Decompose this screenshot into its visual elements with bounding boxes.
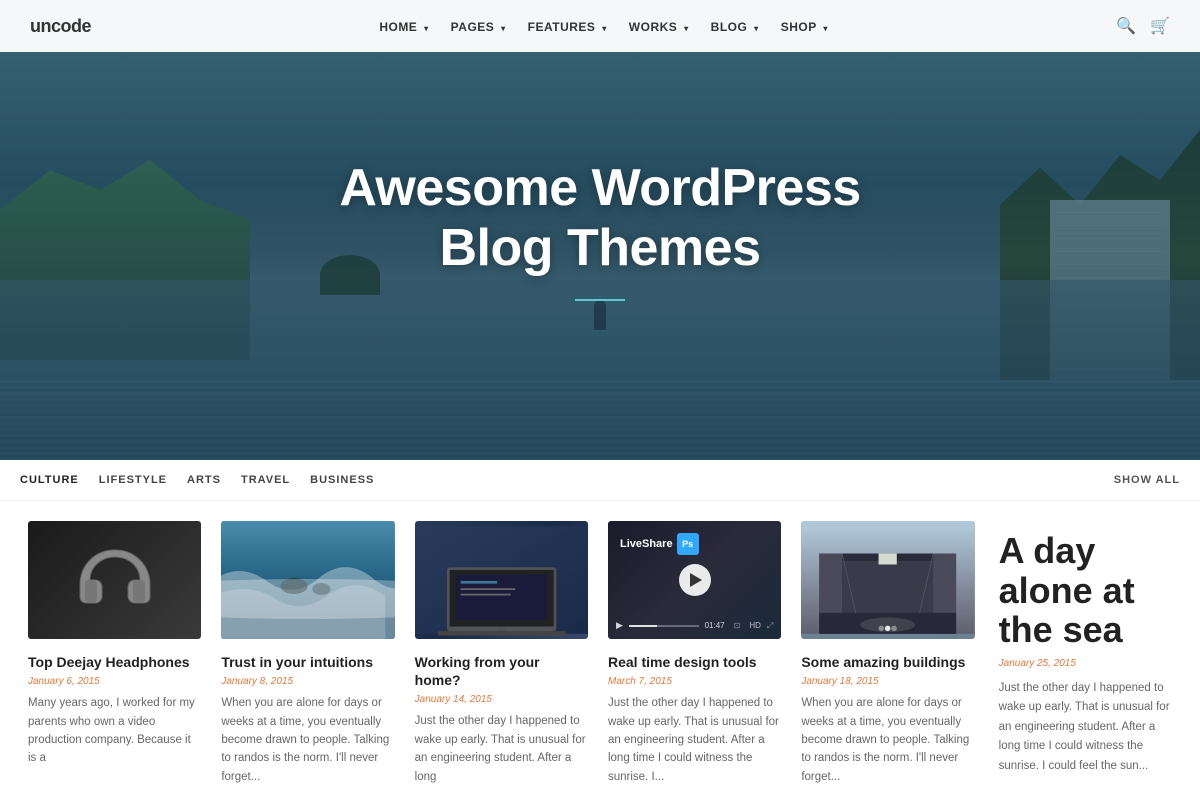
hero-background: Awesome WordPress Blog Themes xyxy=(0,0,1200,460)
play-button[interactable] xyxy=(679,564,711,596)
nav-item-home[interactable]: HOME ▾ xyxy=(379,18,428,34)
filter-culture[interactable]: CULTURE xyxy=(20,474,79,486)
ocean-svg xyxy=(221,521,394,639)
card-title-4[interactable]: Real time design tools xyxy=(608,653,781,671)
search-icon[interactable]: 🔍 xyxy=(1116,16,1136,36)
nav-item-works[interactable]: WORKS ▾ xyxy=(629,18,689,34)
ps-badge: Ps xyxy=(677,533,699,555)
blog-card-5: Some amazing buildings January 18, 2015 … xyxy=(791,521,984,786)
filter-business[interactable]: BUSINESS xyxy=(310,474,374,486)
buildings-svg xyxy=(801,521,974,639)
blog-card-3: Working from your home? January 14, 2015… xyxy=(405,521,598,786)
card-excerpt-4: Just the other day I happened to wake up… xyxy=(608,694,781,786)
site-logo[interactable]: uncode xyxy=(30,16,91,37)
video-label: LiveShare Ps xyxy=(620,533,699,555)
cart-icon[interactable]: 🛒 xyxy=(1150,16,1170,36)
card-thumb-ocean[interactable] xyxy=(221,521,394,639)
card-thumb-laptop[interactable] xyxy=(415,521,588,639)
card-date-2: January 8, 2015 xyxy=(221,676,394,687)
card-title-5[interactable]: Some amazing buildings xyxy=(801,653,974,671)
card-date-1: January 6, 2015 xyxy=(28,676,201,687)
hero-divider xyxy=(575,299,625,301)
nav-actions: 🔍 🛒 xyxy=(1116,16,1170,36)
nav-item-shop[interactable]: SHOP ▾ xyxy=(781,18,828,34)
card-thumb-video[interactable]: LiveShare Ps ▶ 01:47 ⊡ HD ⤢ xyxy=(608,521,781,639)
nav-item-blog[interactable]: BLOG ▾ xyxy=(711,18,759,34)
featured-excerpt: Just the other day I happened to wake up… xyxy=(999,679,1172,777)
card-date-5: January 18, 2015 xyxy=(801,676,974,687)
card-thumb-buildings[interactable] xyxy=(801,521,974,639)
headphones-svg xyxy=(75,545,155,615)
card-excerpt-2: When you are alone for days or weeks at … xyxy=(221,694,394,786)
hero-section: Awesome WordPress Blog Themes xyxy=(0,0,1200,460)
card-excerpt-5: When you are alone for days or weeks at … xyxy=(801,694,974,786)
video-progress-fill xyxy=(629,625,657,627)
blog-grid: Top Deejay Headphones January 6, 2015 Ma… xyxy=(0,501,1200,806)
video-controls: ▶ 01:47 ⊡ HD ⤢ xyxy=(616,620,773,631)
video-expand-icon[interactable]: ⊡ xyxy=(731,621,744,630)
show-all-button[interactable]: SHOW ALL xyxy=(1114,474,1180,486)
blog-card-2: Trust in your intuitions January 8, 2015… xyxy=(211,521,404,786)
card-title-1[interactable]: Top Deejay Headphones xyxy=(28,653,201,671)
navbar: uncode HOME ▾ PAGES ▾ FEATURES ▾ WORKS ▾… xyxy=(0,0,1200,52)
play-control-icon[interactable]: ▶ xyxy=(616,620,623,631)
hero-content: Awesome WordPress Blog Themes xyxy=(0,0,1200,460)
play-triangle-icon xyxy=(690,573,702,587)
blog-card-4: LiveShare Ps ▶ 01:47 ⊡ HD ⤢ Real tim xyxy=(598,521,791,786)
hd-badge: HD xyxy=(749,621,761,630)
hero-title: Awesome WordPress Blog Themes xyxy=(339,159,860,279)
card-date-3: January 14, 2015 xyxy=(415,694,588,705)
video-progress-bar[interactable] xyxy=(629,625,699,627)
video-time: 01:47 xyxy=(705,621,725,630)
filter-arts[interactable]: ARTS xyxy=(187,474,221,486)
featured-date: January 25, 2015 xyxy=(999,658,1172,669)
nav-item-pages[interactable]: PAGES ▾ xyxy=(451,18,506,34)
blog-card-1: Top Deejay Headphones January 6, 2015 Ma… xyxy=(18,521,211,768)
filter-tags: CULTURE LIFESTYLE ARTS TRAVEL BUSINESS xyxy=(20,474,1114,486)
laptop-svg xyxy=(415,521,588,639)
filter-bar: CULTURE LIFESTYLE ARTS TRAVEL BUSINESS S… xyxy=(0,460,1200,501)
video-fullscreen-icon[interactable]: ⤢ xyxy=(767,621,773,631)
blog-card-featured: A day alone at the sea January 25, 2015 … xyxy=(985,521,1182,777)
nav-links: HOME ▾ PAGES ▾ FEATURES ▾ WORKS ▾ BLOG ▾… xyxy=(379,18,828,34)
filter-lifestyle[interactable]: LIFESTYLE xyxy=(99,474,167,486)
card-title-3[interactable]: Working from your home? xyxy=(415,653,588,689)
live-share-text: LiveShare xyxy=(620,538,673,550)
filter-travel[interactable]: TRAVEL xyxy=(241,474,290,486)
nav-item-features[interactable]: FEATURES ▾ xyxy=(528,18,607,34)
card-excerpt-1: Many years ago, I worked for my parents … xyxy=(28,694,201,768)
featured-title[interactable]: A day alone at the sea xyxy=(999,531,1172,650)
card-title-2[interactable]: Trust in your intuitions xyxy=(221,653,394,671)
card-excerpt-3: Just the other day I happened to wake up… xyxy=(415,712,588,786)
card-date-4: March 7, 2015 xyxy=(608,676,781,687)
card-thumb-headphones[interactable] xyxy=(28,521,201,639)
